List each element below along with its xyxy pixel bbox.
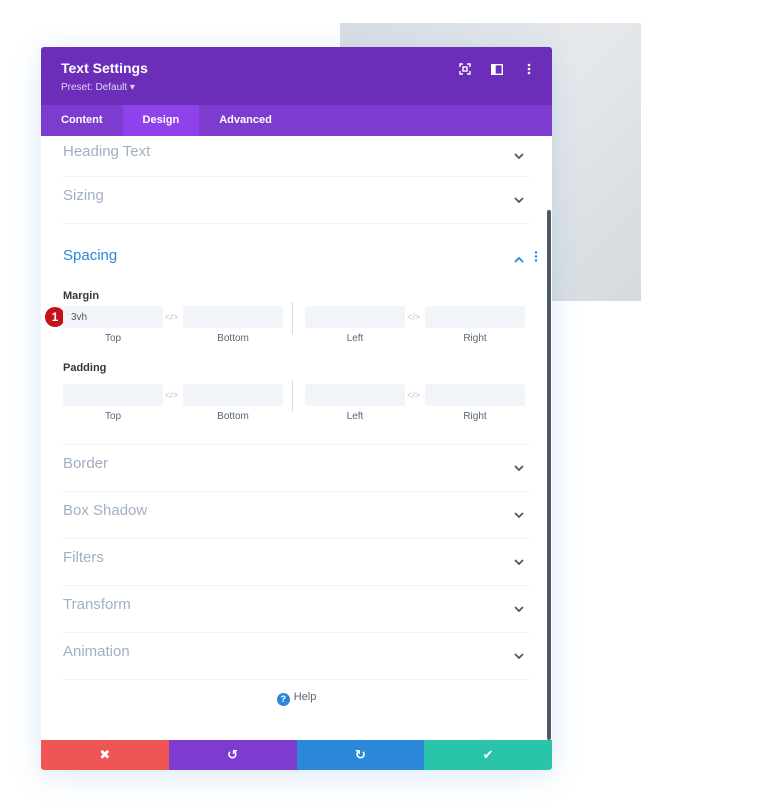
section-more-icon[interactable]: [534, 249, 538, 267]
padding-right-input[interactable]: [425, 384, 525, 406]
more-options-icon[interactable]: [520, 61, 538, 77]
bottom-label: Bottom: [217, 411, 249, 422]
margin-group: Margin 1 </> </> Top Bottom Left Right: [45, 290, 530, 348]
link-icon[interactable]: </>: [407, 312, 420, 322]
settings-body: Heading Text Sizing Spacing Margin 1 </>…: [41, 136, 552, 740]
modal-title: Text Settings: [61, 60, 148, 76]
modal-header: Text Settings Preset: Default ▾: [41, 47, 552, 105]
help-label: Help: [293, 691, 317, 703]
split-view-icon[interactable]: [488, 61, 506, 77]
section-label: Sizing: [63, 187, 104, 204]
check-icon: ✔: [482, 747, 494, 762]
bottom-label: Bottom: [217, 333, 249, 344]
padding-left-input[interactable]: [305, 384, 405, 406]
section-transform[interactable]: Transform: [63, 586, 530, 633]
chevron-down-icon[interactable]: [514, 505, 524, 523]
section-animation[interactable]: Animation: [63, 633, 530, 680]
modal-footer: ✖ ↺ ↻ ✔: [41, 740, 552, 770]
focus-mode-icon[interactable]: [456, 61, 474, 77]
undo-icon: ↺: [227, 747, 239, 762]
close-icon: ✖: [99, 747, 111, 762]
undo-button[interactable]: ↺: [168, 740, 297, 770]
section-label: Animation: [63, 643, 130, 660]
section-sizing[interactable]: Sizing: [63, 177, 530, 224]
padding-top-input[interactable]: [63, 384, 163, 406]
tab-content[interactable]: Content: [41, 105, 123, 136]
right-label: Right: [463, 411, 487, 422]
chevron-down-icon[interactable]: [514, 599, 524, 617]
top-label: Top: [104, 333, 122, 344]
margin-bottom-input[interactable]: [183, 306, 283, 328]
section-border[interactable]: Border: [63, 445, 530, 492]
link-icon[interactable]: </>: [407, 390, 420, 400]
right-label: Right: [463, 333, 487, 344]
left-label: Left: [346, 411, 364, 422]
section-label: Spacing: [63, 247, 118, 264]
chevron-down-icon[interactable]: [514, 646, 524, 664]
preset-dropdown[interactable]: Preset: Default ▾: [61, 82, 135, 93]
chevron-down-icon[interactable]: [514, 458, 524, 476]
section-label: Border: [63, 455, 109, 472]
padding-label: Padding: [63, 362, 107, 374]
section-spacing-header[interactable]: Spacing: [63, 224, 538, 282]
redo-button[interactable]: ↻: [296, 740, 425, 770]
redo-icon: ↻: [354, 747, 366, 762]
section-filters[interactable]: Filters: [63, 539, 530, 586]
section-label: Heading Text: [63, 143, 151, 160]
help-icon: ?: [276, 693, 290, 706]
tab-advanced[interactable]: Advanced: [199, 105, 292, 136]
section-heading-text[interactable]: Heading Text: [63, 136, 530, 177]
margin-right-input[interactable]: [425, 306, 525, 328]
text-settings-modal: Text Settings Preset: Default ▾ Content …: [41, 47, 552, 770]
save-button[interactable]: ✔: [424, 740, 552, 770]
left-label: Left: [346, 333, 364, 344]
chevron-down-icon[interactable]: [514, 552, 524, 570]
padding-group: Padding </> </> Top Bottom Left Right: [63, 362, 530, 426]
scrollbar[interactable]: [547, 210, 551, 740]
chevron-down-icon[interactable]: [514, 146, 524, 164]
link-icon[interactable]: </>: [165, 390, 178, 400]
chevron-up-icon[interactable]: [514, 250, 524, 268]
padding-bottom-input[interactable]: [183, 384, 283, 406]
section-label: Filters: [63, 549, 104, 566]
top-label: Top: [104, 411, 122, 422]
link-icon[interactable]: </>: [165, 312, 178, 322]
help-link[interactable]: ? Help: [41, 691, 552, 706]
chevron-down-icon[interactable]: [514, 190, 524, 208]
tab-design[interactable]: Design: [122, 105, 200, 136]
margin-label: Margin: [63, 290, 100, 302]
step-badge: 1: [45, 307, 65, 327]
section-label: Box Shadow: [63, 502, 148, 519]
cancel-button[interactable]: ✖: [41, 740, 169, 770]
section-label: Transform: [63, 596, 131, 613]
section-box-shadow[interactable]: Box Shadow: [63, 492, 530, 539]
margin-left-input[interactable]: [305, 306, 405, 328]
tab-bar: Content Design Advanced: [41, 105, 552, 136]
margin-top-input[interactable]: [63, 306, 163, 328]
